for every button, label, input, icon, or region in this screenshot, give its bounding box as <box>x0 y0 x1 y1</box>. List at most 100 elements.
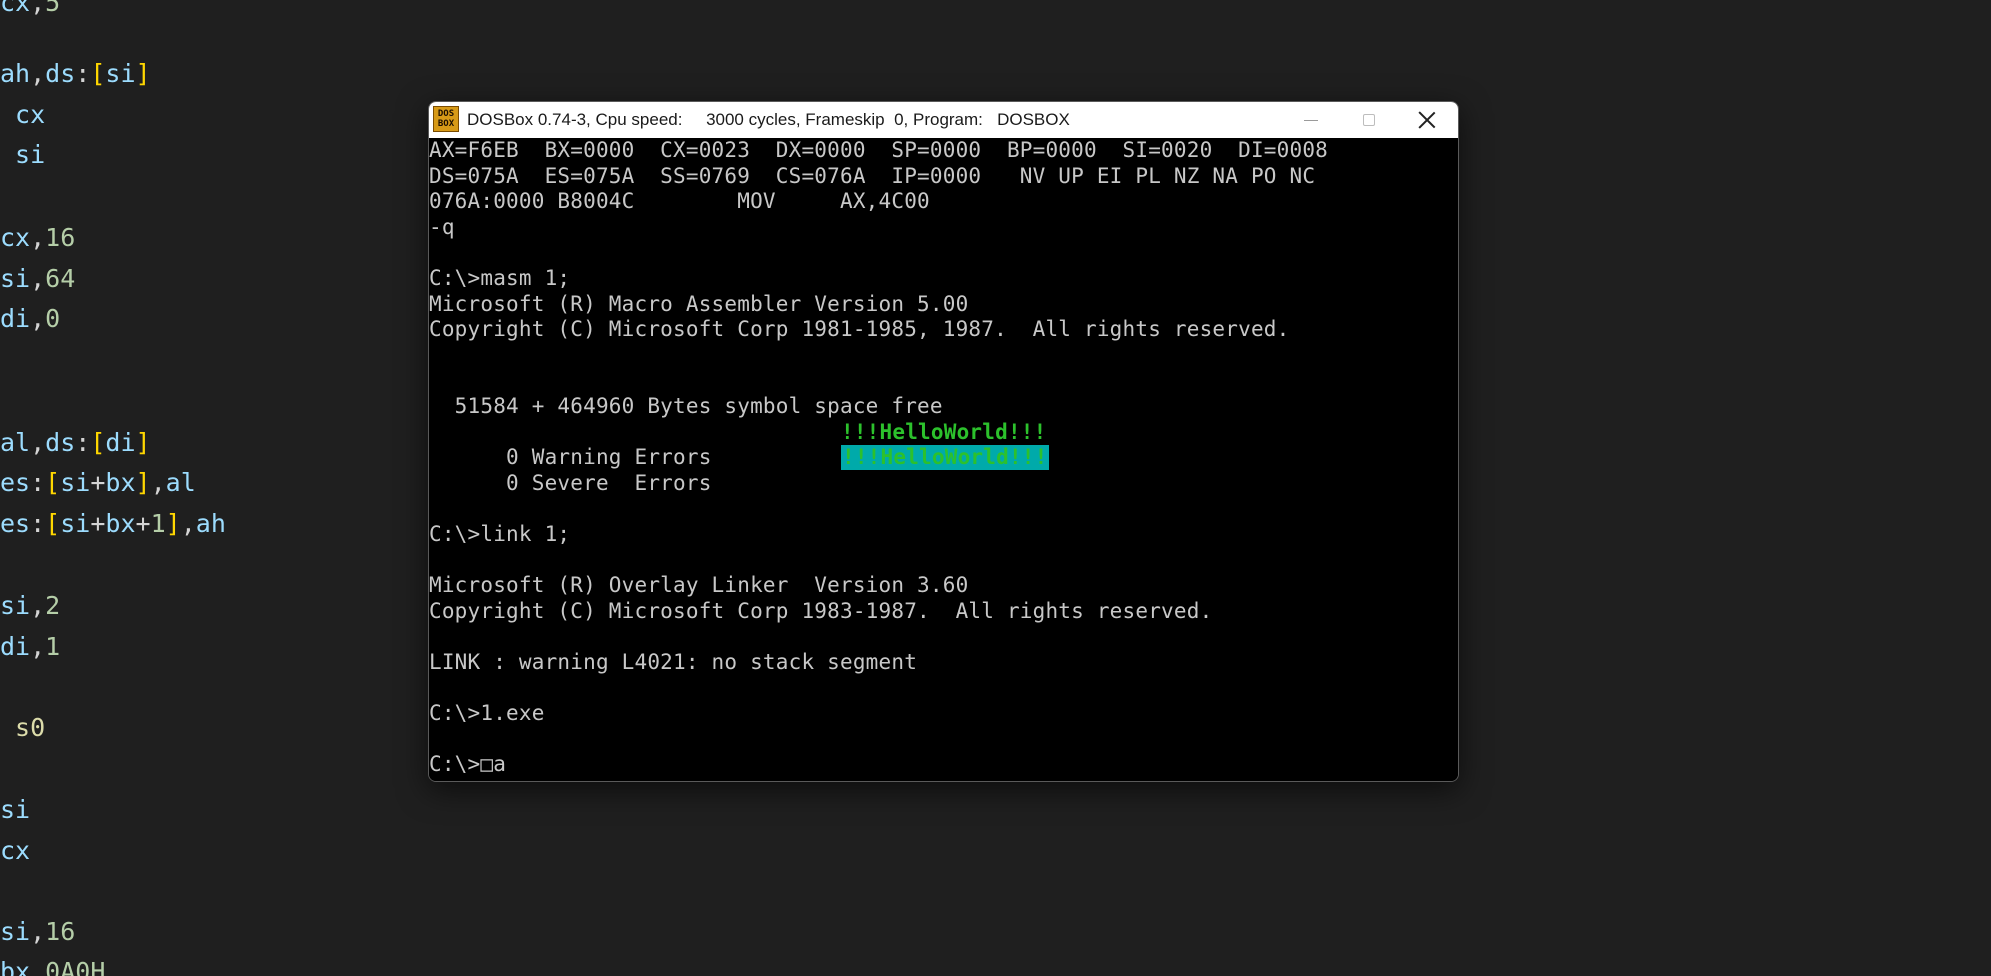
console-line: Microsoft (R) Macro Assembler Version 5.… <box>429 291 969 316</box>
hello-world-output-highlighted: !!!HelloWorld!!! <box>841 445 1049 470</box>
code-token: 16 <box>45 917 76 946</box>
code-token: di <box>0 304 31 333</box>
console-line: AX=F6EB BX=0000 CX=0023 DX=0000 SP=0000 … <box>429 138 1329 162</box>
maximize-button[interactable] <box>1340 102 1398 138</box>
minimize-icon <box>1304 119 1318 121</box>
code-token: + <box>135 509 151 538</box>
code-token: al <box>165 468 196 497</box>
code-token: , <box>180 509 196 538</box>
console-line: C:\>masm 1; <box>429 266 571 290</box>
code-token: cx <box>0 0 31 17</box>
console-line: -q <box>429 214 455 239</box>
code-token: , <box>30 264 46 293</box>
console-line: DS=075A ES=075A SS=0769 CS=076A IP=0000 … <box>429 163 1316 188</box>
maximize-icon <box>1363 114 1375 126</box>
code-line: cx,16 <box>0 223 75 253</box>
console-line: LINK : warning L4021: no stack segment <box>429 650 918 674</box>
window-titlebar[interactable]: DOS BOX DOSBox 0.74-3, Cpu speed: 3000 c… <box>429 102 1458 138</box>
code-token: : <box>75 428 91 457</box>
code-line: cx <box>0 836 30 866</box>
code-token: ] <box>135 468 151 497</box>
window-title: DOSBox 0.74-3, Cpu speed: 3000 cycles, F… <box>467 110 1070 129</box>
code-token: si <box>60 509 91 538</box>
code-line: es:[si+bx+1],ah <box>0 509 226 539</box>
console-line: 0 Severe Errors <box>429 470 712 495</box>
code-token: ds <box>45 59 76 88</box>
code-token: [ <box>90 428 106 457</box>
console-line: C:\>link 1; <box>429 522 571 546</box>
code-token: 16 <box>45 223 76 252</box>
code-token: bx <box>105 468 136 497</box>
code-token: ds <box>45 428 76 457</box>
code-token: 1 <box>150 509 166 538</box>
code-token: al <box>0 428 31 457</box>
code-line: si <box>0 140 45 170</box>
close-button[interactable] <box>1398 102 1456 138</box>
code-token: + <box>90 509 106 538</box>
code-token: s0 <box>0 713 46 742</box>
code-token: si <box>0 591 31 620</box>
console-line: 076A:0000 B8004C MOV AX,4C00 <box>429 189 930 214</box>
code-token: 1 <box>45 632 61 661</box>
code-token: , <box>30 223 46 252</box>
console-line: Copyright (C) Microsoft Corp 1981-1985, … <box>429 317 1290 342</box>
console-line: 51584 + 464960 Bytes symbol space free <box>429 394 943 418</box>
code-line: si,64 <box>0 264 75 294</box>
code-token: cx <box>0 100 46 129</box>
code-line: si,2 <box>0 591 60 621</box>
console-line: C:\>□a <box>429 752 507 777</box>
code-line: si,16 <box>0 917 75 947</box>
code-token: + <box>90 468 106 497</box>
code-token: , <box>30 0 46 17</box>
app-icon-label-top: DOS <box>437 109 455 119</box>
minimize-button[interactable] <box>1282 102 1340 138</box>
code-token: , <box>30 917 46 946</box>
code-token: di <box>105 428 136 457</box>
code-token: bx <box>0 957 31 976</box>
code-token: , <box>30 632 46 661</box>
console-line: Copyright (C) Microsoft Corp 1983-1987. … <box>429 598 1213 623</box>
code-token: si <box>105 59 136 88</box>
code-token: [ <box>90 59 106 88</box>
hello-world-output-green: !!!HelloWorld!!! <box>841 420 1047 444</box>
code-token: , <box>30 957 46 976</box>
code-token: , <box>30 428 46 457</box>
app-icon-label-bottom: BOX <box>437 119 455 129</box>
code-token: si <box>0 264 31 293</box>
code-line: s0 <box>0 713 45 743</box>
code-line: al,ds:[di] <box>0 428 151 458</box>
code-token: 0 <box>45 304 61 333</box>
console-line: 0 Warning Errors <box>429 445 712 470</box>
code-token: si <box>0 917 31 946</box>
code-token: , <box>30 304 46 333</box>
code-line: cx,5 <box>0 0 60 18</box>
code-token: es <box>0 468 31 497</box>
code-token: ] <box>165 509 181 538</box>
code-line: bx,0A0H <box>0 957 105 976</box>
code-token: 2 <box>45 591 61 620</box>
code-token: di <box>0 632 31 661</box>
code-token: : <box>30 509 46 538</box>
code-token: bx <box>105 509 136 538</box>
dosbox-app-icon[interactable]: DOS BOX <box>433 106 459 132</box>
close-icon <box>1418 111 1436 129</box>
code-line: es:[si+bx],al <box>0 468 196 498</box>
code-token: 0A0H <box>45 957 106 976</box>
code-token: ] <box>135 59 151 88</box>
code-token: ah <box>195 509 226 538</box>
code-line: si <box>0 795 30 825</box>
code-token: , <box>150 468 166 497</box>
code-line: cx <box>0 100 45 130</box>
code-token: si <box>0 795 31 824</box>
code-token: : <box>30 468 46 497</box>
code-line: di,1 <box>0 632 60 662</box>
code-token: : <box>75 59 91 88</box>
code-line: ah,ds:[si] <box>0 59 151 89</box>
code-token: es <box>0 509 31 538</box>
dosbox-window[interactable]: DOS BOX DOSBox 0.74-3, Cpu speed: 3000 c… <box>428 101 1459 782</box>
code-token: ] <box>135 428 151 457</box>
code-token: [ <box>45 509 61 538</box>
dos-console[interactable]: !!!HelloWorld!!! !!!HelloWorld!!! AX=F6E… <box>429 138 1458 781</box>
code-line: di,0 <box>0 304 60 334</box>
code-token: ah <box>0 59 31 88</box>
